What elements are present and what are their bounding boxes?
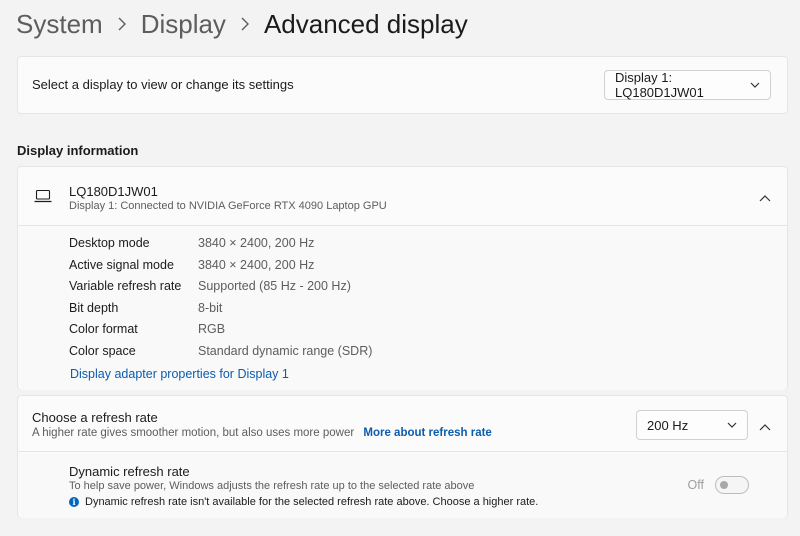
dynamic-refresh-title: Dynamic refresh rate — [69, 464, 190, 479]
refresh-rate-title: Choose a refresh rate — [32, 410, 158, 425]
info-row-key: Color space — [69, 344, 136, 358]
info-icon: i — [69, 497, 79, 507]
dynamic-refresh-rate-setting: Dynamic refresh rate To help save power,… — [18, 453, 787, 518]
display-information-card: LQ180D1JW01 Display 1: Connected to NVID… — [17, 166, 788, 390]
chevron-up-icon[interactable] — [759, 191, 771, 202]
refresh-rate-dropdown[interactable]: 200 Hz — [636, 410, 748, 440]
toggle-state-label: Off — [687, 478, 704, 492]
info-row-key: Desktop mode — [69, 236, 150, 250]
display-info-details: Desktop mode 3840 × 2400, 200 Hz Active … — [18, 227, 787, 390]
dynamic-refresh-toggle[interactable] — [715, 476, 749, 494]
dynamic-refresh-warning: i Dynamic refresh rate isn't available f… — [69, 496, 538, 508]
dynamic-refresh-subtitle: To help save power, Windows adjusts the … — [69, 480, 475, 492]
info-row-key: Color format — [69, 322, 138, 336]
display-info-header[interactable]: LQ180D1JW01 Display 1: Connected to NVID… — [18, 167, 787, 226]
page-title: Advanced display — [263, 8, 468, 39]
breadcrumb-system[interactable]: System — [16, 9, 103, 40]
display-adapter-properties-link[interactable]: Display adapter properties for Display 1 — [70, 367, 289, 381]
info-row-value: 3840 × 2400, 200 Hz — [198, 258, 315, 272]
breadcrumb-display[interactable]: Display — [141, 9, 226, 40]
display-select-value: Display 1: LQ180D1JW01 — [615, 70, 704, 100]
info-row-key: Variable refresh rate — [69, 279, 182, 293]
refresh-rate-header: Choose a refresh rate A higher rate give… — [18, 396, 787, 452]
more-about-refresh-rate-link[interactable]: More about refresh rate — [363, 427, 491, 439]
chevron-down-icon — [750, 80, 760, 90]
display-name: LQ180D1JW01 — [69, 184, 158, 199]
info-row-key: Bit depth — [69, 301, 119, 315]
select-display-label: Select a display to view or change its s… — [32, 77, 294, 92]
refresh-rate-subtitle: A higher rate gives smoother motion, but… — [32, 427, 355, 439]
info-row-value: Standard dynamic range (SDR) — [198, 344, 373, 358]
toggle-knob — [720, 481, 728, 489]
refresh-rate-value: 200 Hz — [647, 417, 689, 433]
chevron-up-icon[interactable] — [759, 420, 771, 431]
breadcrumb: System Display Advanced display — [16, 4, 468, 44]
display-connection: Display 1: Connected to NVIDIA GeForce R… — [69, 200, 387, 212]
display-information-heading: Display information — [17, 143, 139, 158]
info-row-value: Supported (85 Hz - 200 Hz) — [198, 279, 351, 293]
chevron-right-icon — [103, 17, 141, 31]
laptop-icon — [34, 189, 52, 203]
chevron-down-icon — [727, 420, 737, 430]
display-select-dropdown[interactable]: Display 1: LQ180D1JW01 — [604, 70, 771, 100]
info-row-value: 8-bit — [198, 301, 223, 315]
refresh-rate-description: A higher rate gives smoother motion, but… — [32, 427, 492, 439]
dynamic-refresh-warning-text: Dynamic refresh rate isn't available for… — [85, 496, 539, 508]
chevron-right-icon — [226, 17, 264, 31]
info-row-value: 3840 × 2400, 200 Hz — [198, 236, 315, 250]
select-display-card: Select a display to view or change its s… — [17, 56, 788, 114]
info-row-value: RGB — [198, 322, 226, 336]
info-row-key: Active signal mode — [69, 258, 174, 272]
refresh-rate-card: Choose a refresh rate A higher rate give… — [17, 395, 788, 518]
